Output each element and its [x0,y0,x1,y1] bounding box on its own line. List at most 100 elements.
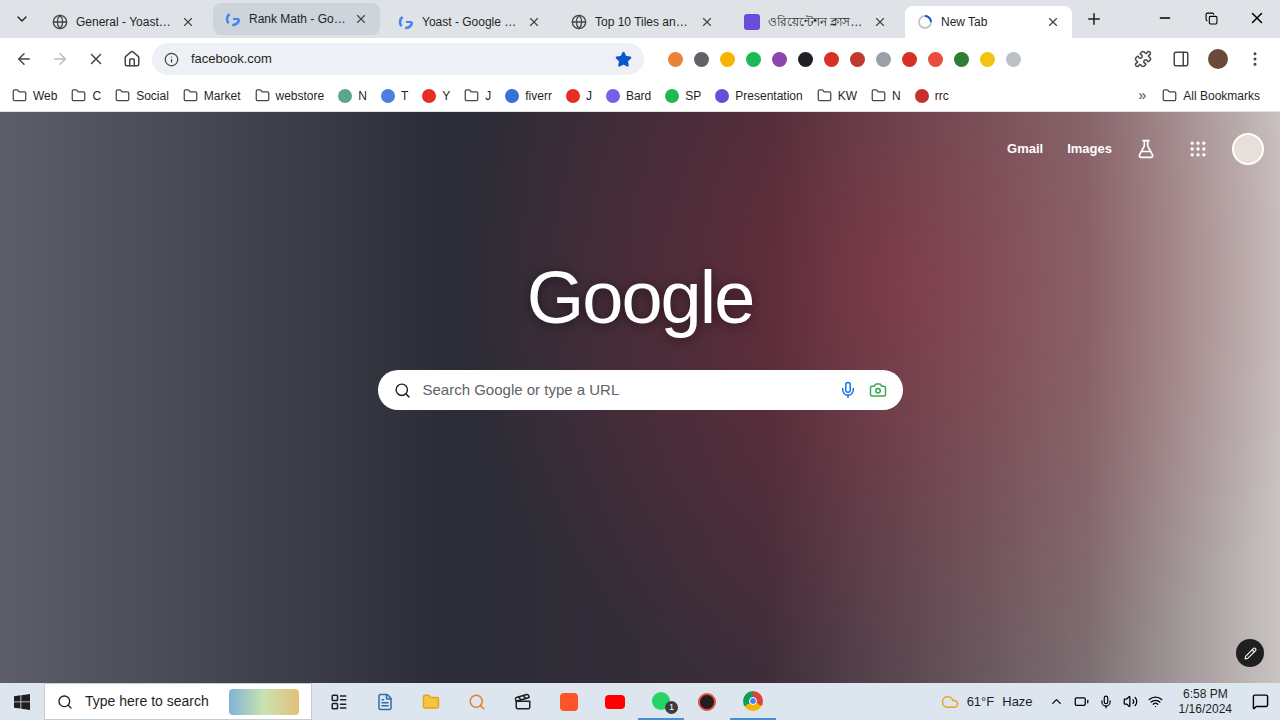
mic-icon[interactable] [1099,695,1113,709]
bookmark-item[interactable]: Social [115,87,169,105]
folder-icon [422,693,440,711]
bookmark-item[interactable]: webstore [255,87,325,105]
header-link[interactable]: Gmail [1007,139,1043,159]
brave-taskbar-button[interactable] [546,683,592,720]
search-box[interactable]: Search Google or type a URL [378,370,903,410]
forward-button[interactable] [44,43,76,75]
extension-icon[interactable] [746,52,761,67]
bookmark-item[interactable]: J [566,87,592,105]
start-button[interactable] [0,683,44,720]
close-tab-icon[interactable] [700,15,714,29]
bookmark-item[interactable]: T [381,87,408,105]
extension-icon[interactable] [668,52,683,67]
browser-tab[interactable]: ওরিয়েন্টেশন ক্লাস - P [732,6,899,38]
folder-taskbar-button[interactable] [408,683,454,720]
profile-avatar-icon[interactable] [1206,47,1230,71]
bookmark-item[interactable]: C [71,87,101,105]
close-tab-icon[interactable] [354,12,368,26]
restore-button[interactable] [1188,0,1234,36]
google-favicon-icon [225,11,241,27]
extension-icon[interactable] [798,52,813,67]
task-view-icon [330,693,348,711]
search-icon [394,382,411,399]
labs-flask-icon[interactable] [1136,139,1156,159]
action-center-button[interactable] [1240,683,1280,720]
extensions-puzzle-icon[interactable] [1134,50,1152,68]
youtube-taskbar-button[interactable] [592,683,638,720]
stop-icon [87,50,105,68]
browser-tab[interactable]: Rank Math - Google [213,3,380,35]
lens-icon[interactable] [869,381,887,399]
close-tab-icon[interactable] [181,15,195,29]
extension-icon[interactable] [720,52,735,67]
bookmarks-overflow[interactable]: » [1139,85,1147,106]
bookmark-item[interactable]: Web [12,87,57,105]
extension-icon[interactable] [954,52,969,67]
extension-icon[interactable] [876,52,891,67]
clock[interactable]: 6:58 PM1/16/2024 [1171,687,1240,717]
youtube-icon [605,695,625,709]
bookmark-item[interactable]: Y [422,87,450,105]
apps-grid-icon[interactable] [1188,139,1208,159]
home-button[interactable] [116,43,148,75]
browser-tab[interactable]: Yoast - Google Searc [386,6,553,38]
folder-icon [183,88,198,103]
close-tab-icon[interactable] [873,15,887,29]
customize-button[interactable] [1236,639,1264,667]
side-panel-icon[interactable] [1172,50,1190,68]
menu-icon[interactable] [1246,50,1264,68]
bookmark-item[interactable]: Bard [606,87,651,105]
extension-icon[interactable] [850,52,865,67]
bookmark-item[interactable]: rrc [915,87,949,105]
battery-icon[interactable] [1074,694,1089,709]
film-taskbar-button[interactable] [500,683,546,720]
all-bookmarks[interactable]: All Bookmarks [1162,87,1268,105]
back-button[interactable] [8,43,40,75]
close-button[interactable] [1234,0,1280,36]
header-link[interactable]: Images [1067,139,1112,159]
bookmark-item[interactable]: SP [665,87,701,105]
extension-icon[interactable] [824,52,839,67]
bookmark-item[interactable]: Market [183,87,241,105]
bookmark-item[interactable]: Presentation [715,87,802,105]
taskbar-search[interactable]: Type here to search [44,683,312,720]
extension-icon[interactable] [980,52,995,67]
extension-icon[interactable] [928,52,943,67]
whatsapp-taskbar-button[interactable]: 1 [638,683,684,720]
hidden-icons-icon[interactable] [1049,694,1064,709]
minimize-button[interactable] [1142,0,1188,36]
browser-tab[interactable]: New Tab [905,6,1072,38]
task-view-taskbar-button[interactable] [316,683,362,720]
volume-icon[interactable] [1123,694,1138,709]
folder-icon [12,88,27,103]
notes-taskbar-button[interactable] [362,683,408,720]
close-tab-icon[interactable] [527,15,541,29]
weather-widget[interactable]: 61°FHaze [933,692,1041,712]
browser-tab[interactable]: General - Yoast SEO - [40,6,207,38]
bookmark-item[interactable]: J [464,87,491,105]
app-favicon-icon [744,14,760,30]
extension-icon[interactable] [694,52,709,67]
close-tab-icon[interactable] [1046,15,1060,29]
chrome-taskbar-button[interactable] [730,683,776,720]
bookmark-star-icon[interactable] [615,51,632,68]
browser-tab[interactable]: Top 10 Tiles and Cera [559,6,726,38]
bookmark-item[interactable]: KW [817,87,857,105]
bookmark-item[interactable]: fiverr [505,87,552,105]
tab-search-button[interactable] [8,5,36,33]
wifi-icon[interactable] [1148,694,1163,709]
extension-icon[interactable] [902,52,917,67]
bookmark-item[interactable]: N [338,87,367,105]
account-avatar-icon[interactable] [1232,133,1264,165]
extension-icon[interactable] [772,52,787,67]
extension-icon[interactable] [1006,52,1021,67]
address-bar[interactable]: facebook.com [152,43,644,75]
site-favicon-icon [715,89,729,103]
bookmark-item[interactable]: N [871,87,901,105]
stop-button[interactable] [80,43,112,75]
new-tab-button[interactable] [1080,5,1108,33]
chat-taskbar-button[interactable] [684,683,730,720]
search-tool-taskbar-button[interactable] [454,683,500,720]
weather-icon [941,693,959,711]
voice-search-icon[interactable] [839,381,857,399]
